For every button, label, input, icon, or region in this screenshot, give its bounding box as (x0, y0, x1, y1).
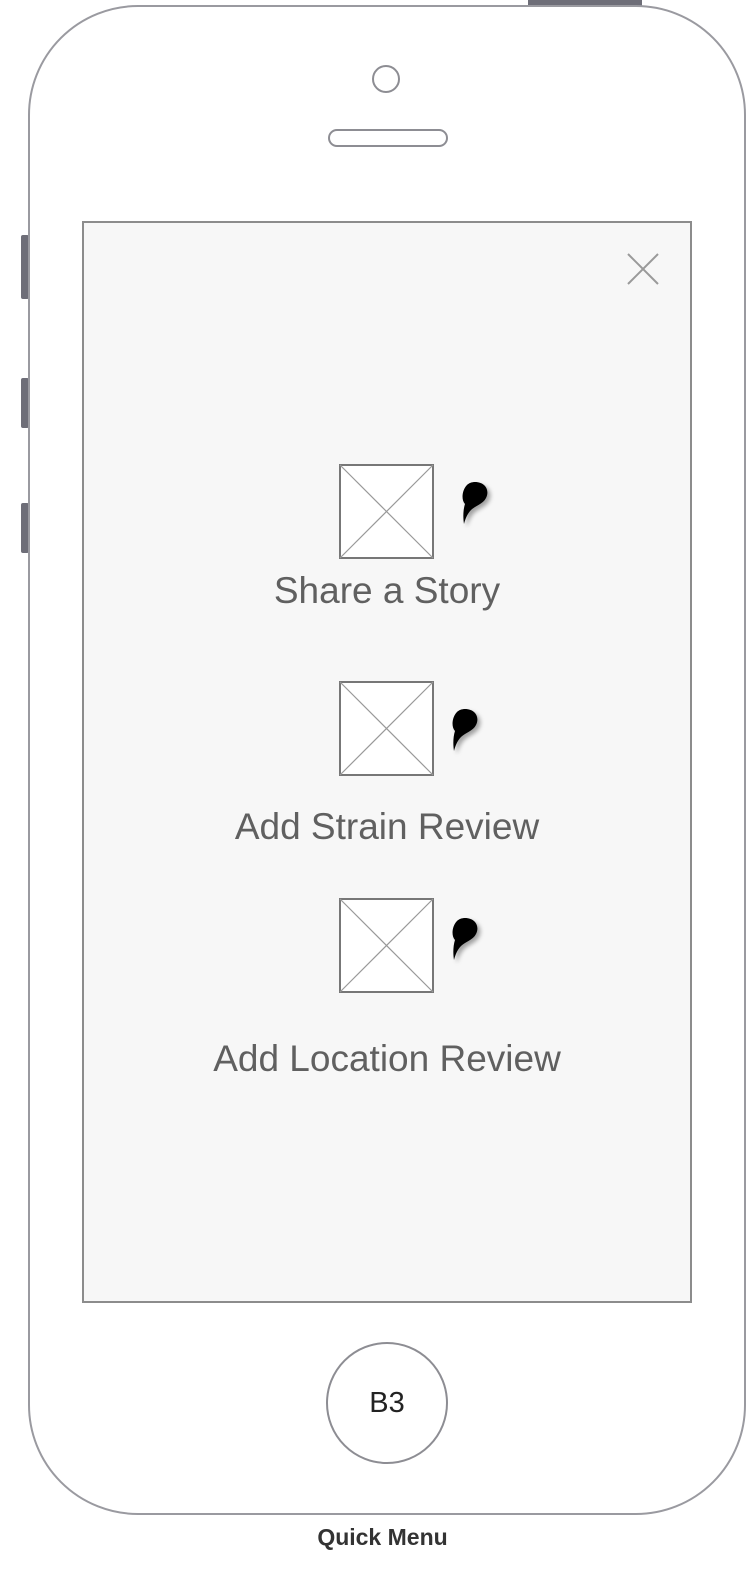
image-placeholder-icon (339, 681, 434, 776)
pin-icon (452, 918, 478, 960)
speaker-slot (328, 129, 448, 147)
image-placeholder-icon (339, 464, 434, 559)
add-location-review-button[interactable]: Add Location Review (82, 1038, 692, 1080)
camera-icon (372, 65, 400, 93)
close-icon[interactable] (626, 252, 660, 286)
share-story-button[interactable]: Share a Story (82, 570, 692, 612)
wireframe-caption: Quick Menu (317, 1524, 448, 1550)
pin-icon (452, 709, 478, 751)
home-button[interactable]: B3 (326, 1342, 448, 1464)
add-strain-review-button[interactable]: Add Strain Review (82, 806, 692, 848)
image-placeholder-icon (339, 898, 434, 993)
pin-icon (462, 482, 488, 524)
